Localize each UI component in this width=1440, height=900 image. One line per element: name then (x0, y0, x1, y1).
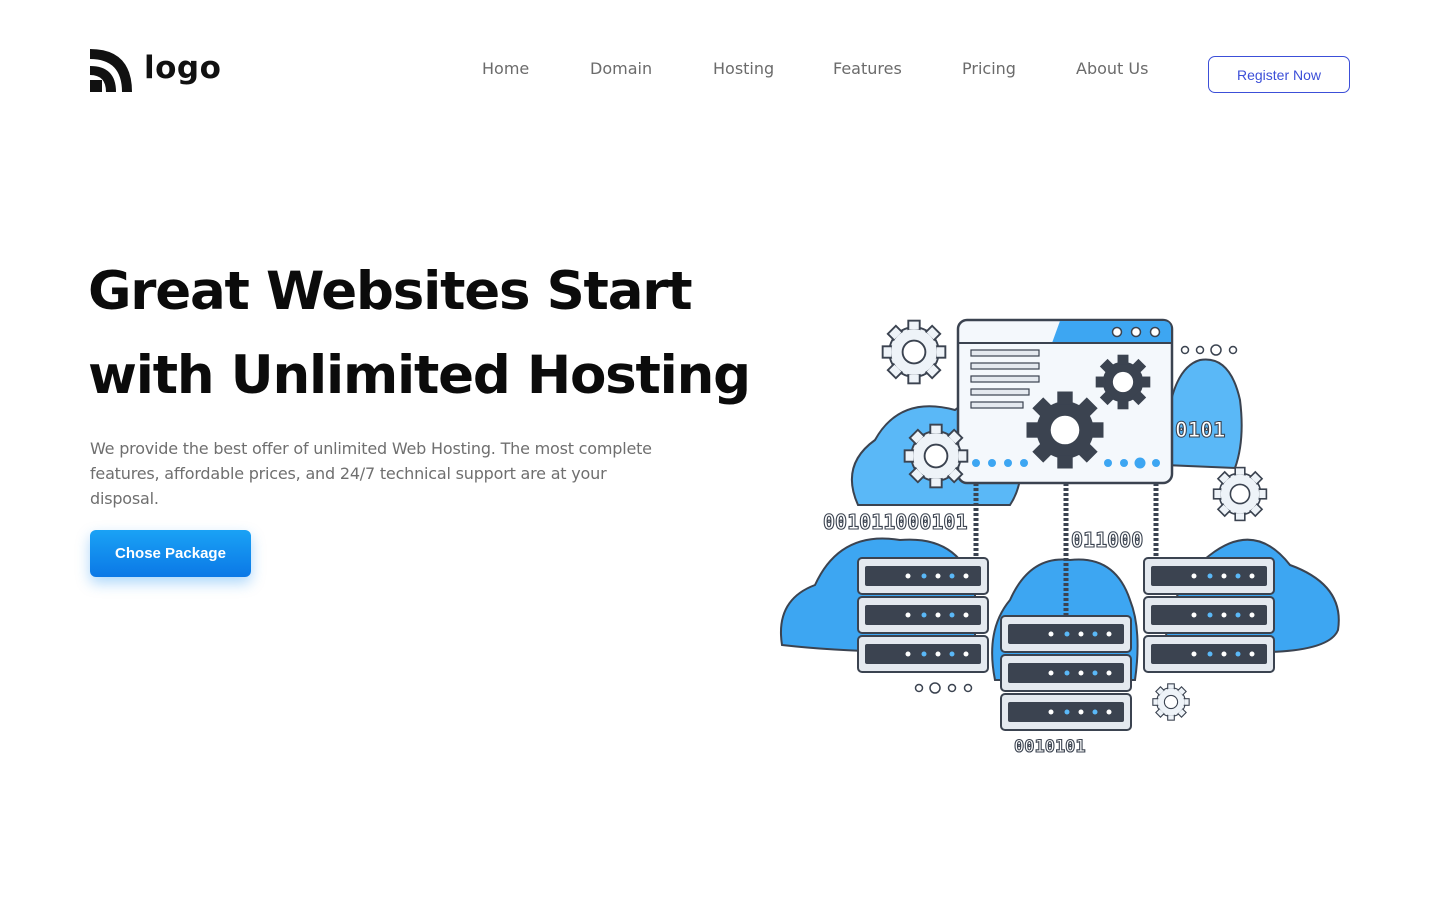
hero-title-line-2: with Unlimited Hosting (88, 345, 751, 406)
hero-description: We provide the best offer of unlimited W… (90, 439, 652, 508)
hero-title-line-1: Great Websites Start (88, 261, 693, 322)
nav-item-about-us[interactable]: About Us (1076, 58, 1148, 80)
server-rack-right (1143, 557, 1275, 673)
cloud-shape (1163, 358, 1243, 470)
nav-item-pricing[interactable]: Pricing (962, 58, 1016, 80)
register-button[interactable]: Register Now (1208, 56, 1350, 93)
cloud-shape (780, 537, 976, 653)
binary-text-center: 011000 (1071, 528, 1143, 552)
hosting-illustration: 0101 001011000101 011000 0010101 (780, 318, 1340, 758)
hero-title: Great Websites Start with Unlimited Host… (88, 250, 751, 418)
binary-text-left: 001011000101 (823, 510, 968, 534)
binary-text-bottom: 0010101 (1014, 737, 1086, 757)
binary-text-top-right: 0101 (1175, 418, 1226, 442)
chose-package-button[interactable]: Chose Package (90, 530, 251, 577)
nav-item-features[interactable]: Features (833, 58, 902, 80)
nav-item-hosting[interactable]: Hosting (713, 58, 774, 80)
site-header: logo Home Domain Hosting Features Pricin… (0, 0, 1440, 130)
server-rack-left (857, 557, 989, 673)
nav-item-home[interactable]: Home (482, 58, 529, 80)
nav-item-domain[interactable]: Domain (590, 58, 652, 80)
server-rack-center (1000, 615, 1132, 731)
browser-window-graphic (956, 318, 1174, 485)
